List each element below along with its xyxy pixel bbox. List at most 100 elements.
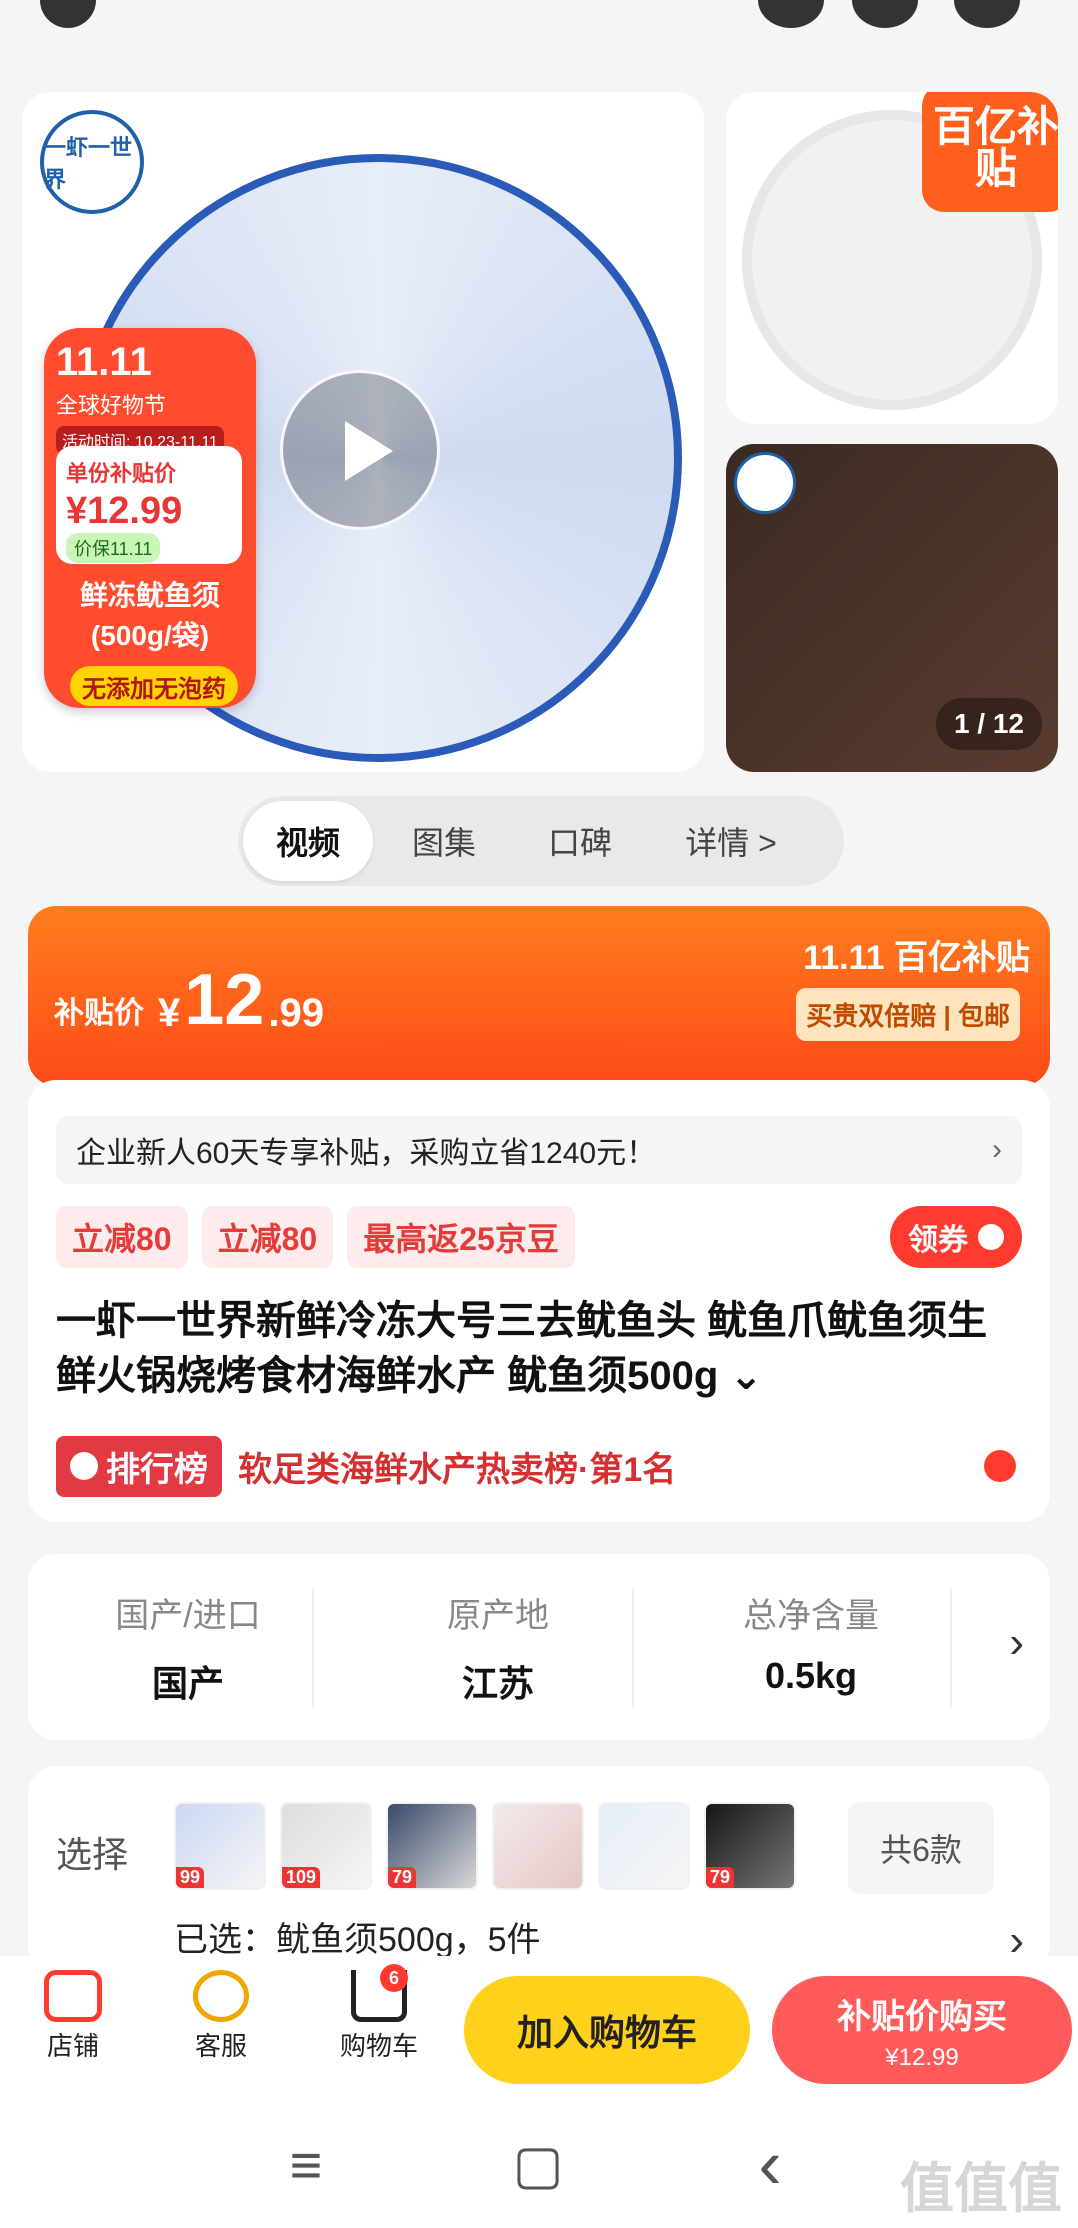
coupon-3[interactable]: 最高返25京豆: [347, 1206, 575, 1268]
subsidy-price: ¥ 12 .99: [158, 964, 324, 1036]
variant-count[interactable]: 共6款: [848, 1802, 994, 1894]
selected-variant: 已选：鱿鱼须500g，5件: [174, 1921, 541, 1959]
unit-price-label: 单份补贴价: [66, 461, 177, 486]
event-title: 11.11: [56, 340, 152, 384]
spec-value-place: 江苏: [461, 1663, 534, 1704]
watermark: 值值值: [900, 2159, 1062, 2219]
specs-card[interactable]: 国产/进口 国产 原产地 江苏 总净含量 0.5kg ›: [28, 1554, 1050, 1740]
spec-label-net: 总净含量: [743, 1597, 879, 1635]
service-button[interactable]: 客服: [186, 1970, 256, 2063]
spec-col-2: 原产地 江苏: [364, 1588, 634, 1708]
cart-icon: 6: [351, 1964, 408, 2022]
product-short: 鲜冻鱿鱼须 (500g/袋): [79, 580, 220, 651]
secondary-image-top[interactable]: 百亿补贴: [726, 92, 1058, 424]
claim-coupon-button[interactable]: 领券: [890, 1206, 1022, 1268]
menu-button[interactable]: ≡: [276, 2133, 336, 2196]
play-icon: [345, 421, 393, 481]
price-dec: .99: [268, 991, 324, 1035]
variant-thumb-3[interactable]: 79: [386, 1802, 478, 1890]
price-banner: 补贴价 ¥ 12 .99 11.11 百亿补贴 买贵双倍赔 | 包邮: [28, 906, 1050, 1086]
variant-thumb-1-price: 99: [176, 1867, 205, 1888]
variant-thumb-5[interactable]: [598, 1802, 690, 1890]
brand-tag: 百亿补贴: [922, 92, 1058, 212]
cart-button[interactable]: 6 购物车: [334, 1964, 424, 2063]
buy-now-button[interactable]: 补贴价购买 ¥12.99: [772, 1976, 1072, 2084]
variant-thumb-3-price: 79: [388, 1867, 417, 1888]
tab-video[interactable]: 视频: [243, 801, 373, 881]
arrow-circle-icon: [978, 1224, 1004, 1250]
brand-right[interactable]: 11.11 百亿补贴: [803, 930, 1030, 979]
spec-value-net: 0.5kg: [764, 1655, 858, 1696]
price-int: 12: [184, 960, 265, 1040]
variant-thumb-4[interactable]: [492, 1802, 584, 1890]
event-sub: 全球好物节: [56, 393, 167, 418]
main-product-image[interactable]: 一虾一世界 11.11 全球好物节 活动时间: 10.23-11.11 单份补贴…: [22, 92, 704, 772]
trophy-icon: [70, 1452, 98, 1480]
store-icon: [44, 1970, 102, 2022]
store-label: 店铺: [46, 2031, 99, 2061]
promo-arrow: ›: [992, 1133, 1002, 1166]
variant-thumb-2[interactable]: 109: [280, 1802, 372, 1890]
event-card: 11.11 全球好物节 活动时间: 10.23-11.11 单份补贴价 ¥12.…: [44, 328, 256, 708]
top-right-bubble-1-icon[interactable]: [758, 0, 824, 28]
logo-small: [734, 452, 796, 514]
coupon-1[interactable]: 立减80: [56, 1206, 188, 1268]
variant-thumb-6-price: 79: [706, 1867, 735, 1888]
price-currency: ¥: [158, 991, 181, 1035]
spec-value-origin: 国产: [151, 1663, 224, 1704]
buy-price: ¥12.99: [885, 2043, 959, 2071]
promo-text: 企业新人60天专享补贴，采购立省1240元！: [76, 1137, 657, 1170]
rank-text: 软足类海鲜水产热卖榜·第1名: [238, 1450, 677, 1489]
service-icon: [193, 1970, 249, 2022]
unit-price: ¥12.99: [66, 490, 183, 532]
store-button[interactable]: 店铺: [38, 1970, 108, 2063]
guarantee: 价保11.11: [66, 533, 161, 563]
coupon-2[interactable]: 立减80: [201, 1206, 334, 1268]
bottom-action-bar: 店铺 客服 6 购物车 加入购物车 补贴价购买 ¥12.99: [0, 1956, 1078, 2104]
rank-row[interactable]: 排行榜 软足类海鲜水产热卖榜·第1名: [56, 1435, 1022, 1497]
tab-gallery[interactable]: 图集: [379, 801, 509, 881]
coupon-row: 立减80 立减80 最高返25京豆 领券: [56, 1202, 1022, 1272]
top-left-bubble-icon[interactable]: [40, 0, 96, 28]
system-nav-bar: ≡ ▢ ‹ 值值值: [0, 2104, 1078, 2228]
add-to-cart-button[interactable]: 加入购物车: [464, 1976, 750, 2084]
secondary-image-bottom[interactable]: 1 / 12: [726, 444, 1058, 772]
rank-arrow-icon[interactable]: [984, 1450, 1016, 1482]
rank-badge-label: 排行榜: [106, 1450, 208, 1489]
buy-label: 补贴价购买: [837, 1997, 1007, 2036]
top-status-bar: [0, 0, 1078, 40]
play-button[interactable]: [280, 370, 440, 530]
back-button[interactable]: ‹: [740, 2125, 800, 2203]
unit-price-card: 单份补贴价 ¥12.99 价保11.11: [56, 446, 242, 564]
tab-details[interactable]: 详情 >: [651, 801, 811, 881]
cart-label: 购物车: [339, 2031, 418, 2061]
select-card[interactable]: 选择 99 109 79 79 共6款 已选：鱿鱼须500g，5件 ›: [28, 1766, 1050, 1972]
rank-badge: 排行榜: [56, 1435, 222, 1497]
specs-arrow[interactable]: ›: [1009, 1618, 1024, 1668]
subsidy-price-label: 补贴价: [54, 997, 144, 1030]
top-right-bubble-3-icon[interactable]: [954, 0, 1020, 28]
spec-col-1: 国产/进口 国产: [64, 1588, 314, 1708]
spec-label-origin: 国产/进口: [115, 1597, 261, 1635]
promo-card: 企业新人60天专享补贴，采购立省1240元！ › 立减80 立减80 最高返25…: [28, 1080, 1050, 1522]
guarantee-chip: 买贵双倍赔 | 包邮: [796, 988, 1020, 1041]
logo: 一虾一世界: [40, 110, 144, 214]
spec-label-place: 原产地: [447, 1597, 549, 1635]
home-button[interactable]: ▢: [508, 2134, 568, 2195]
variant-thumb-6[interactable]: 79: [704, 1802, 796, 1890]
tab-reviews[interactable]: 口碑: [515, 801, 645, 881]
variant-thumb-1[interactable]: 99: [174, 1802, 266, 1890]
claim-coupon-label: 领券: [908, 1224, 968, 1257]
no-additive-chip: 无添加无泡药: [70, 666, 238, 706]
image-index-indicator: 1 / 12: [935, 698, 1042, 750]
top-right-bubble-2-icon[interactable]: [852, 0, 918, 28]
variant-thumbs[interactable]: 99 109 79 79: [174, 1802, 834, 1898]
variant-thumb-2-price: 109: [282, 1867, 321, 1888]
media-tabs: 视频 图集 口碑 详情 >: [238, 796, 844, 886]
select-label: 选择: [56, 1834, 129, 1875]
cart-count-badge: 6: [380, 1964, 408, 1992]
spec-col-3: 总净含量 0.5kg: [672, 1588, 952, 1708]
product-title: 一虾一世界新鲜冷冻大号三去鱿鱼头 鱿鱼爪鱿鱼须生鲜火锅烧烤食材海鲜水产 鱿鱼须5…: [56, 1299, 988, 1398]
service-label: 客服: [194, 2031, 247, 2061]
promo-row[interactable]: 企业新人60天专享补贴，采购立省1240元！ ›: [56, 1116, 1022, 1184]
